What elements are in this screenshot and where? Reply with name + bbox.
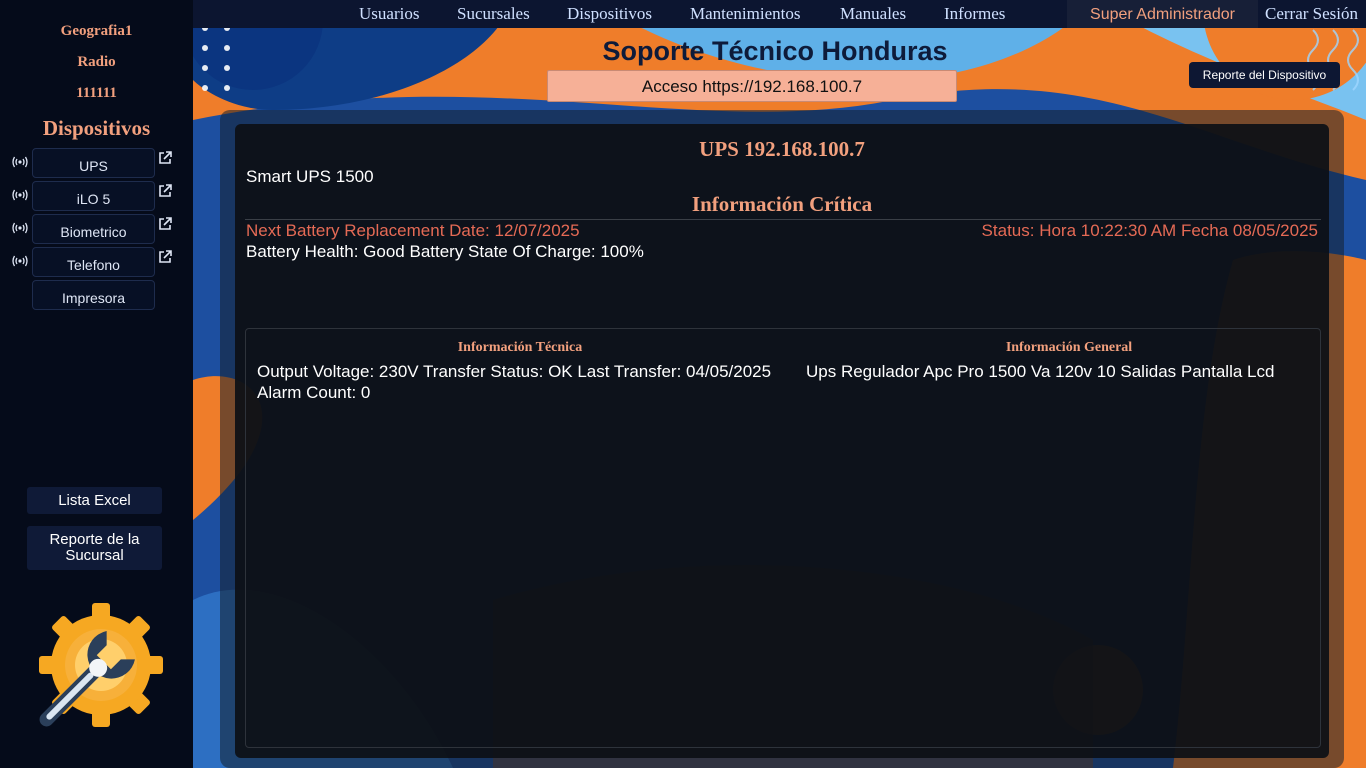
device-model: Smart UPS 1500: [246, 167, 374, 186]
device-row-biometrico: Biometrico: [0, 214, 193, 244]
wireless-signal-icon: [12, 189, 28, 201]
device-button-ilo[interactable]: iLO 5: [32, 181, 155, 211]
wrench-gear-logo: [39, 603, 163, 727]
device-title: UPS 192.168.100.7: [699, 137, 865, 161]
divider: [245, 219, 1321, 220]
technical-info-heading: Información Técnica: [457, 340, 583, 355]
device-button-ups[interactable]: UPS: [32, 148, 155, 178]
wireless-signal-icon: [12, 156, 28, 168]
device-report-button[interactable]: Reporte del Dispositivo: [1189, 62, 1340, 88]
nav-mantenimientos[interactable]: Mantenimientos: [690, 4, 800, 24]
nav-informes[interactable]: Informes: [944, 4, 1005, 24]
nav-sucursales[interactable]: Sucursales: [457, 4, 530, 24]
critical-info-heading: Información Crítica: [691, 192, 873, 216]
external-link-icon[interactable]: [158, 217, 172, 231]
device-row-ups: UPS: [0, 148, 193, 178]
status-timestamp: Status: Hora 10:22:30 AM Fecha 08/05/202…: [981, 221, 1318, 240]
external-link-icon[interactable]: [158, 184, 172, 198]
device-button-telefono[interactable]: Telefono: [32, 247, 155, 277]
sidebar: Geografia1 Radio 111111 Dispositivos UPS…: [0, 0, 193, 768]
battery-health: Battery Health: Good Battery State Of Ch…: [246, 242, 644, 261]
branch-code: 111111: [76, 85, 117, 101]
logout-link[interactable]: Cerrar Sesión: [1265, 4, 1358, 24]
nav-manuales[interactable]: Manuales: [840, 4, 906, 24]
access-url-button[interactable]: Acceso https://192.168.100.7: [547, 70, 957, 102]
wireless-signal-icon: [12, 255, 28, 267]
excel-list-button[interactable]: Lista Excel: [27, 487, 162, 514]
nav-usuarios[interactable]: Usuarios: [359, 4, 419, 24]
page-title: Soporte Técnico Honduras: [602, 36, 948, 66]
device-button-biometrico[interactable]: Biometrico: [32, 214, 155, 244]
wireless-signal-icon: [12, 222, 28, 234]
devices-heading: Dispositivos: [42, 116, 151, 140]
device-row-telefono: Telefono: [0, 247, 193, 277]
next-battery-date: Next Battery Replacement Date: 12/07/202…: [246, 221, 580, 240]
branch-name: Geografia1: [60, 23, 133, 39]
external-link-icon[interactable]: [158, 151, 172, 165]
nav-dispositivos[interactable]: Dispositivos: [567, 4, 652, 24]
general-info-heading: Información General: [1005, 340, 1133, 355]
external-link-icon[interactable]: [158, 250, 172, 264]
device-button-impresora[interactable]: Impresora: [32, 280, 155, 310]
device-row-impresora: Impresora: [0, 280, 193, 310]
branch-report-button[interactable]: Reporte de la Sucursal: [27, 526, 162, 570]
general-info-text: Ups Regulador Apc Pro 1500 Va 120v 10 Sa…: [806, 362, 1275, 381]
device-row-ilo: iLO 5: [0, 181, 193, 211]
technical-info-text: Output Voltage: 230V Transfer Status: OK…: [257, 362, 772, 402]
branch-type: Radio: [77, 54, 116, 70]
user-role-badge: Super Administrador: [1067, 0, 1258, 28]
